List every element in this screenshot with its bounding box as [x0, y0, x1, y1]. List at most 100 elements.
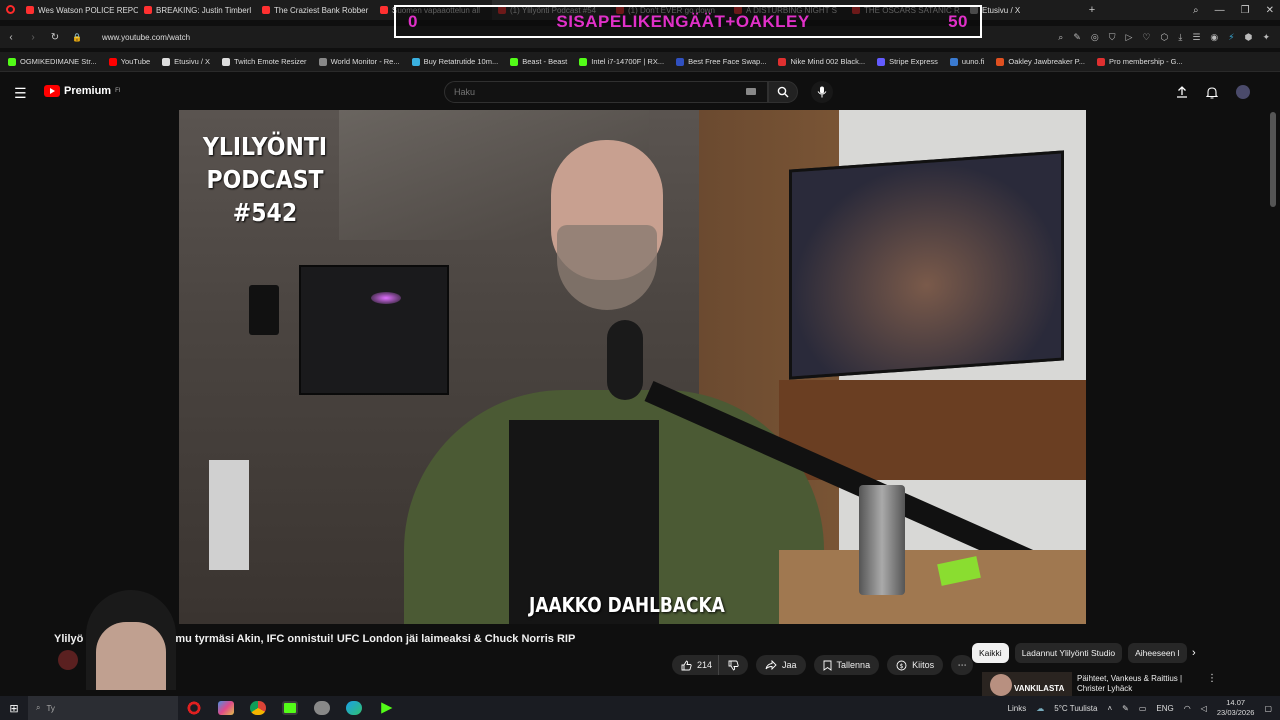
- edit-icon[interactable]: ✎: [1073, 32, 1081, 43]
- share-icon: [765, 660, 777, 670]
- keyboard-icon[interactable]: [746, 88, 756, 95]
- new-tab-button[interactable]: +: [1082, 4, 1102, 16]
- bookmark-item[interactable]: uuno.fi: [949, 57, 984, 66]
- browser-tab[interactable]: Wes Watson POLICE REPO: [20, 0, 138, 20]
- upload-icon[interactable]: [1176, 86, 1188, 98]
- bookmark-item[interactable]: Etusivu / X: [162, 57, 210, 66]
- download-icon[interactable]: ⤓: [1178, 32, 1182, 43]
- bookmark-item[interactable]: Twitch Emote Resizer: [222, 57, 307, 66]
- share-button[interactable]: Jaa: [756, 655, 806, 675]
- thanks-button[interactable]: $ Kiitos: [887, 655, 944, 675]
- search-input[interactable]: [444, 81, 768, 103]
- clock-date: 23/03/2026: [1216, 708, 1255, 717]
- extension-icon[interactable]: ⚡: [1228, 32, 1234, 43]
- volume-icon[interactable]: ◁: [1201, 704, 1207, 713]
- save-button[interactable]: Tallenna: [813, 655, 880, 675]
- ai-icon[interactable]: ✦: [1262, 32, 1270, 43]
- bookmark-item[interactable]: Best Free Face Swap...: [676, 57, 766, 66]
- recommendation-chips: Kaikki Ladannut Ylilyönti Studio Aiheeseen…: [972, 643, 1187, 663]
- opera-app-icon[interactable]: [186, 701, 202, 715]
- bookmark-label: World Monitor - Re...: [330, 57, 400, 66]
- browser-tab[interactable]: BREAKING: Justin Timberl: [138, 0, 256, 20]
- filter-chip[interactable]: Ladannut Ylilyönti Studio: [1014, 643, 1123, 663]
- voice-search-button[interactable]: [811, 81, 833, 103]
- bookmark-item[interactable]: World Monitor - Re...: [318, 57, 400, 66]
- bookmark-item[interactable]: Nike Mind 002 Black...: [778, 57, 865, 66]
- search-tabs-icon[interactable]: ⌕: [1193, 5, 1199, 16]
- more-actions-button[interactable]: ⋯: [951, 655, 974, 675]
- tray-chevron-icon[interactable]: ˄: [1107, 704, 1112, 713]
- bookmark-favicon-icon: [949, 57, 958, 66]
- box-icon[interactable]: ⬢: [1245, 32, 1253, 43]
- shield-icon[interactable]: ⛉: [1109, 32, 1116, 43]
- bookmark-item[interactable]: Intel i7-14700F | RX...: [579, 57, 664, 66]
- opera-menu-icon[interactable]: [0, 4, 20, 16]
- hamburger-menu-icon[interactable]: ☰: [14, 85, 27, 102]
- reload-icon[interactable]: ↻: [44, 32, 66, 43]
- youtube-premium-logo[interactable]: Premium FI: [44, 85, 120, 97]
- wifi-icon[interactable]: ◠: [1184, 704, 1191, 713]
- account-avatar[interactable]: [1236, 85, 1250, 99]
- recommended-video[interactable]: VANKILASTA Päihteet, Vankeus & Raittius …: [982, 672, 1222, 696]
- network-icon[interactable]: ▭: [1139, 704, 1147, 713]
- pen-icon[interactable]: ✎: [1122, 704, 1129, 713]
- windows-start-icon[interactable]: ⊞: [0, 702, 28, 715]
- youtube-header: ☰ Premium FI: [0, 76, 1280, 110]
- bookmark-favicon-icon: [108, 57, 117, 66]
- bookmark-favicon-icon: [411, 57, 420, 66]
- dislike-button[interactable]: [718, 655, 749, 675]
- edge-app-icon[interactable]: [346, 701, 362, 715]
- cube-icon[interactable]: ⬡: [1160, 32, 1168, 43]
- minimize-icon[interactable]: —: [1215, 5, 1225, 16]
- bookmark-item[interactable]: Beast - Beast: [510, 57, 567, 66]
- settings-app-icon[interactable]: [314, 701, 330, 715]
- zoom-icon[interactable]: ⌕: [1058, 32, 1063, 43]
- video-title-overlay: YLILYÖNTI PODCAST #542: [199, 130, 331, 229]
- notifications-icon[interactable]: ▢: [1264, 704, 1272, 713]
- thumbs-up-icon: [681, 659, 692, 670]
- like-button[interactable]: 214: [672, 655, 719, 675]
- close-window-icon[interactable]: ✕: [1266, 5, 1274, 16]
- taskbar-search-label: Ty: [46, 703, 55, 713]
- chevron-right-icon[interactable]: ›: [1192, 647, 1196, 659]
- bookmark-favicon-icon: [996, 57, 1005, 66]
- bookmark-item[interactable]: Oakley Jawbreaker P...: [996, 57, 1085, 66]
- forward-icon[interactable]: ›: [22, 32, 44, 43]
- browser-tab[interactable]: The Craziest Bank Robber: [256, 0, 374, 20]
- filter-chip[interactable]: Aiheeseen l: [1128, 643, 1187, 663]
- camera-icon[interactable]: ◎: [1091, 32, 1099, 43]
- maximize-icon[interactable]: ❐: [1241, 5, 1250, 16]
- video-player[interactable]: YLILYÖNTI PODCAST #542 JAAKKO DAHLBACKA: [179, 110, 1086, 624]
- thumbs-down-icon: [728, 660, 739, 671]
- bookmark-item[interactable]: Buy Retatrutide 10m...: [411, 57, 498, 66]
- search-button[interactable]: [768, 81, 798, 103]
- taskbar-search[interactable]: ⌕ Ty: [28, 696, 178, 720]
- bookmark-item[interactable]: OGMIKEDIMANE Str...: [8, 57, 97, 66]
- url-field[interactable]: www.youtube.com/watch: [102, 33, 190, 42]
- chrome-app-icon[interactable]: [250, 701, 266, 715]
- kick-app-icon[interactable]: [282, 701, 298, 715]
- filter-chip[interactable]: Kaikki: [972, 643, 1009, 663]
- profile-icon[interactable]: ◉: [1210, 32, 1218, 43]
- page-scrollbar[interactable]: [1270, 112, 1276, 207]
- clock[interactable]: 14.07 23/03/2026: [1217, 698, 1255, 718]
- recommended-more-icon[interactable]: ⋮: [1207, 673, 1217, 684]
- channel-avatar[interactable]: [58, 650, 78, 670]
- bookmark-favicon-icon: [162, 57, 171, 66]
- back-icon[interactable]: ‹: [0, 32, 22, 43]
- weather-text[interactable]: 5°C Tuulista: [1054, 704, 1097, 713]
- heart-icon[interactable]: ♡: [1142, 32, 1150, 43]
- bookmark-favicon-icon: [877, 57, 886, 66]
- bookmark-item[interactable]: Pro membership - G...: [1096, 57, 1183, 66]
- language-indicator[interactable]: ENG: [1156, 704, 1173, 713]
- play-icon[interactable]: ▷: [1125, 32, 1132, 43]
- files-app-icon[interactable]: [218, 701, 234, 715]
- links-toolbar[interactable]: Links: [1008, 704, 1027, 713]
- menu-list-icon[interactable]: ☰: [1192, 32, 1200, 43]
- bookmark-label: Twitch Emote Resizer: [234, 57, 307, 66]
- bookmark-item[interactable]: Stripe Express: [877, 57, 938, 66]
- bookmark-item[interactable]: YouTube: [108, 57, 150, 66]
- media-app-icon[interactable]: [381, 702, 393, 714]
- notifications-bell-icon[interactable]: [1206, 86, 1218, 99]
- recommended-thumbnail: VANKILASTA: [982, 672, 1072, 696]
